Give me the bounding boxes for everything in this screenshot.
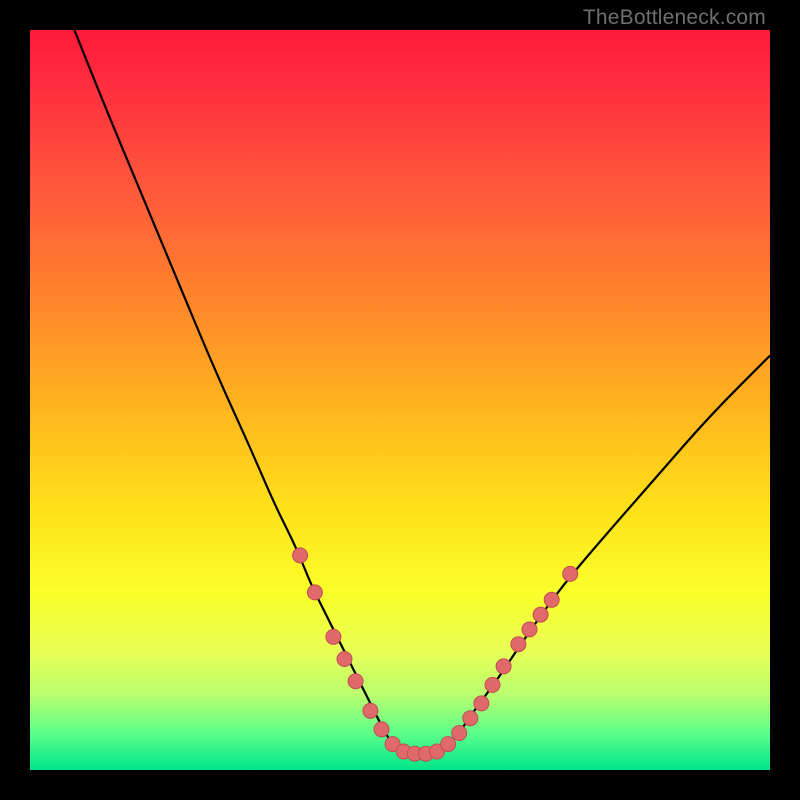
curve-marker [363, 703, 378, 718]
curve-marker [522, 622, 537, 637]
curve-marker [496, 659, 511, 674]
plot-area [30, 30, 770, 770]
bottleneck-curve [74, 30, 770, 755]
curve-marker [463, 711, 478, 726]
curve-marker [293, 548, 308, 563]
curve-marker [452, 726, 467, 741]
curve-marker [326, 629, 341, 644]
curve-marker [337, 652, 352, 667]
watermark-text: TheBottleneck.com [583, 6, 766, 30]
curve-marker [374, 722, 389, 737]
curve-marker [511, 637, 526, 652]
curve-marker [307, 585, 322, 600]
curve-markers [293, 548, 578, 761]
curve-marker [485, 677, 500, 692]
curve-marker [544, 592, 559, 607]
curve-marker [441, 737, 456, 752]
curve-marker [533, 607, 548, 622]
chart-frame: TheBottleneck.com [0, 0, 800, 800]
curve-marker [348, 674, 363, 689]
curve-marker [474, 696, 489, 711]
bottleneck-chart [30, 30, 770, 770]
curve-marker [563, 566, 578, 581]
